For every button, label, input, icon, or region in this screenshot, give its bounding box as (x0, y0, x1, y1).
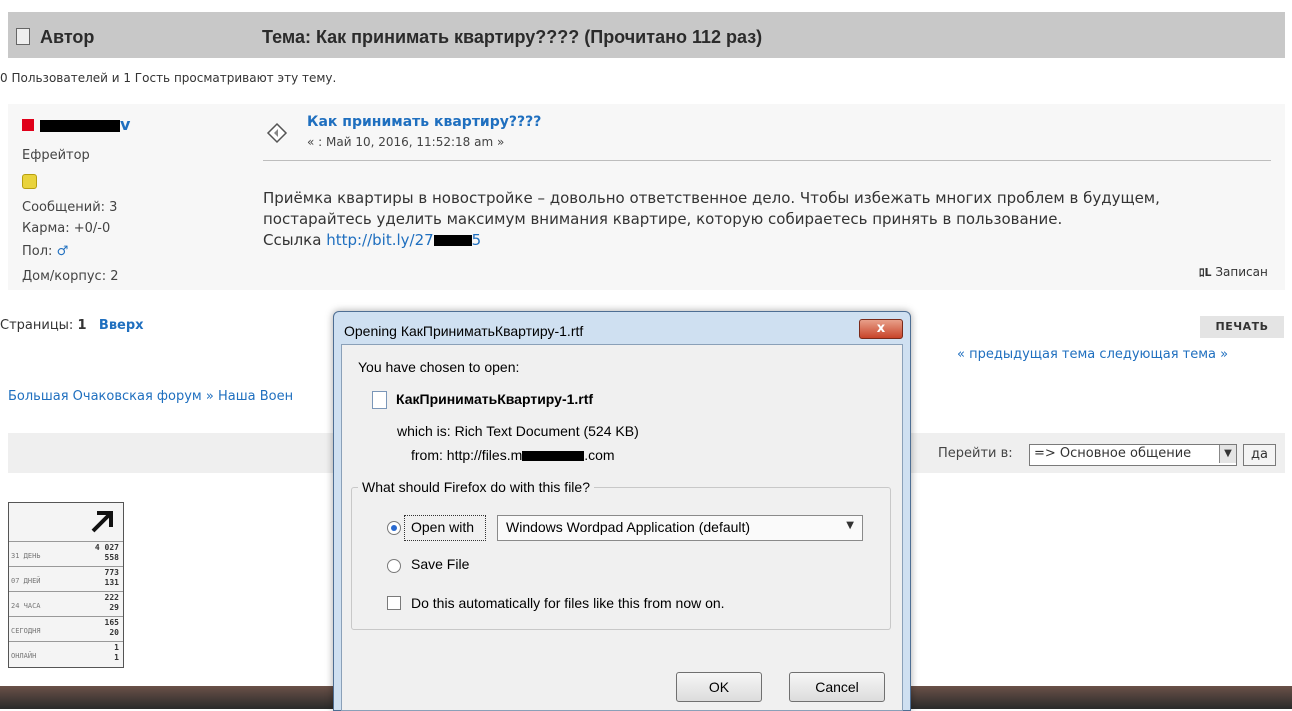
counter-row: 31 ДЕНЬ 4 027 558 (9, 541, 123, 566)
post-title-link[interactable]: Как принимать квартиру???? (307, 114, 541, 130)
counter-row-label: 07 ДНЕЙ (11, 577, 41, 585)
redaction-mark (522, 451, 585, 462)
file-name: КакПриниматьКвартиру-1.rtf (396, 391, 594, 407)
open-with-app-value: Windows Wordpad Application (default) (506, 519, 751, 535)
file-source: from: http://files.m .com (411, 447, 615, 463)
visitor-counter-widget[interactable]: 31 ДЕНЬ 4 027 558 07 ДНЕЙ 773 131 24 ЧАСА 222 29… (8, 502, 124, 668)
counter-row: 24 ЧАСА 222 29 (9, 591, 123, 616)
counter-row: СЕГОДНЯ 165 20 (9, 616, 123, 641)
save-file-radio[interactable] (387, 559, 401, 573)
topic-navigation: « предыдущая тема следующая тема » (957, 347, 1228, 362)
dialog-title: Opening КакПриниматьКвартиру-1.rtf (344, 323, 584, 339)
post-topic-icon (266, 122, 288, 144)
counter-row-unique: 1 (114, 653, 119, 662)
user-rank: Ефрейтор (22, 148, 90, 163)
counter-row-total: 165 (104, 618, 119, 627)
current-page: 1 (77, 318, 87, 333)
pages-label: Страницы: (0, 318, 74, 333)
next-topic-link[interactable]: следующая тема » (1099, 347, 1228, 362)
post-body-line: постарайтесь уделить максимум внимания к… (263, 210, 1063, 228)
back-to-top-link[interactable]: Вверх (99, 318, 144, 333)
redaction-mark (433, 235, 472, 246)
ip-logged-icon: ﾛL (1199, 266, 1212, 279)
counter-row-unique: 131 (104, 578, 119, 587)
close-button[interactable]: x (859, 319, 903, 339)
post-link-line: Ссылка http://bit.ly/27 5 (263, 231, 482, 249)
user-karma: Карма: +0/-0 (22, 221, 111, 236)
counter-row-total: 1 (114, 643, 119, 652)
counter-row-unique: 558 (104, 553, 119, 562)
pagination: Страницы: 1 Вверх (0, 318, 144, 333)
jump-go-button[interactable]: да (1243, 444, 1276, 466)
jump-selected-value: => Основное общение (1034, 446, 1192, 461)
post-divider (263, 160, 1271, 161)
file-type: which is: Rich Text Document (524 KB) (397, 423, 639, 439)
rank-star-icon (22, 174, 37, 189)
counter-row-label: ОНЛАЙН (11, 652, 37, 660)
chevron-down-icon: ▼ (846, 520, 854, 531)
document-icon (16, 28, 30, 45)
save-file-label[interactable]: Save File (411, 556, 469, 572)
counter-row-unique: 29 (109, 603, 119, 612)
counter-row-label: 24 ЧАСА (11, 602, 41, 610)
counter-row: 07 ДНЕЙ 773 131 (9, 566, 123, 591)
counter-row: ОНЛАЙН 1 1 (9, 641, 123, 666)
topic-title: Тема: Как принимать квартиру???? (Прочит… (262, 27, 763, 47)
post-date: « : Май 10, 2016, 11:52:18 am » (307, 135, 505, 149)
counter-row-label: СЕГОДНЯ (11, 627, 41, 635)
counter-row-unique: 20 (109, 628, 119, 637)
post-author-name[interactable]: v (40, 115, 130, 134)
open-with-app-select[interactable]: Windows Wordpad Application (default) ▼ (497, 515, 863, 541)
action-question: What should Firefox do with this file? (358, 479, 594, 495)
open-with-radio[interactable] (387, 521, 401, 535)
redaction-mark (40, 119, 120, 132)
counter-row-total: 222 (104, 593, 119, 602)
jump-label: Перейти в: (938, 446, 1013, 461)
open-with-label[interactable]: Open with (411, 519, 474, 535)
auto-action-label[interactable]: Do this automatically for files like thi… (411, 595, 725, 611)
ok-button[interactable]: OK (676, 672, 762, 702)
counter-row-total: 773 (104, 568, 119, 577)
chosen-text: You have chosen to open: (358, 359, 520, 375)
author-column-header: Автор (40, 27, 95, 47)
chevron-down-icon: ▼ (1219, 445, 1236, 463)
user-gender: Пол: ♂ (22, 244, 69, 259)
arrow-up-right-icon (91, 511, 113, 533)
offline-status-icon (22, 119, 34, 131)
prev-topic-link[interactable]: « предыдущая тема (957, 347, 1095, 362)
auto-action-checkbox[interactable] (387, 596, 401, 610)
user-messages-count: Сообщений: 3 (22, 200, 118, 215)
jump-to-board-select[interactable]: => Основное общение ▼ (1029, 444, 1237, 466)
user-house: Дом/корпус: 2 (22, 269, 119, 284)
cancel-button[interactable]: Cancel (789, 672, 885, 702)
post-body-line: Приёмка квартиры в новостройке – довольн… (263, 189, 1160, 207)
post-body: Приёмка квартиры в новостройке – довольн… (263, 188, 1273, 251)
counter-row-total: 4 027 (94, 543, 119, 552)
viewers-info: 0 Пользователей и 1 Гость просматривают … (0, 71, 337, 85)
print-button[interactable]: ПЕЧАТЬ (1200, 316, 1284, 338)
breadcrumb[interactable]: Большая Очаковская форум » Наша Воен (8, 389, 293, 404)
rtf-file-icon (372, 391, 387, 409)
recorded-status: ﾛL Записан (1199, 265, 1268, 279)
post-external-link[interactable]: http://bit.ly/27 5 (326, 231, 481, 249)
counter-row-label: 31 ДЕНЬ (11, 552, 41, 560)
male-icon: ♂ (56, 244, 69, 259)
